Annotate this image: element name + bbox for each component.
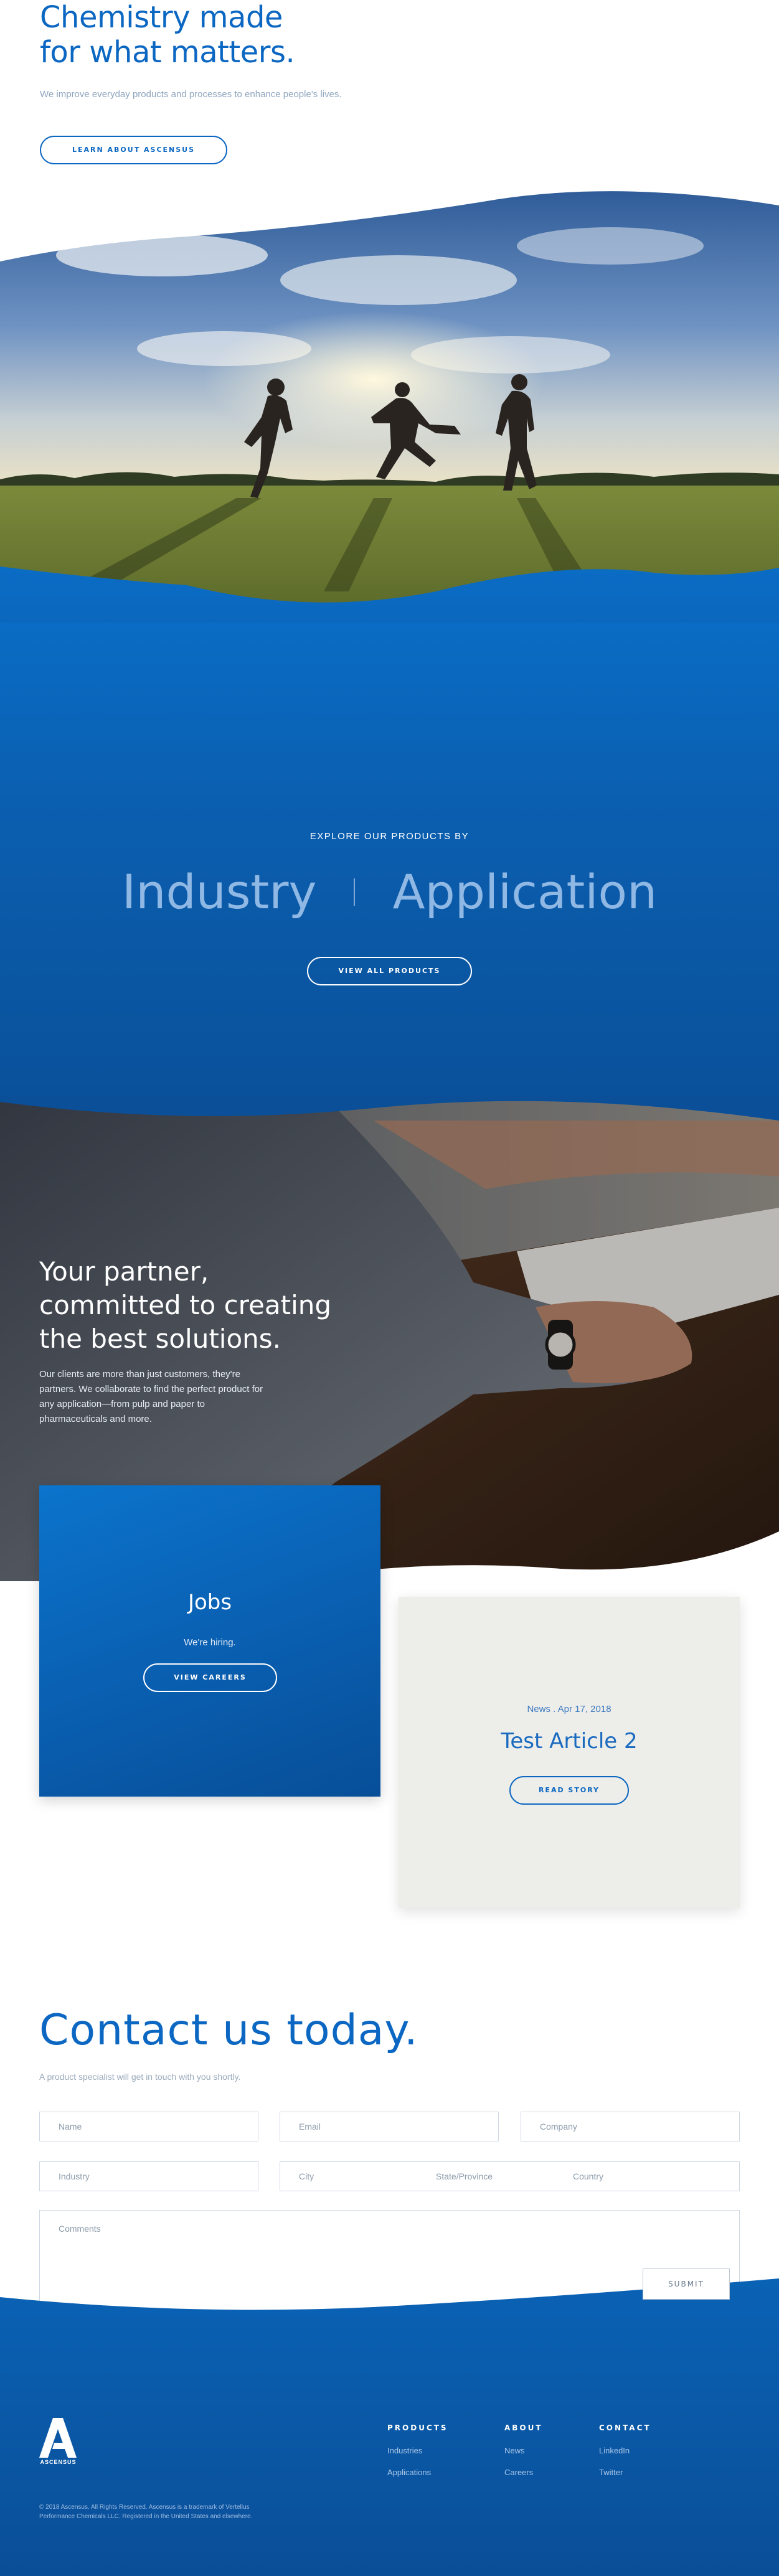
footer-link-applications[interactable]: Applications	[387, 2468, 448, 2477]
news-meta: News . Apr 17, 2018	[527, 1704, 611, 1714]
jobs-card: Jobs We're hiring. VIEW CAREERS	[39, 1485, 380, 1797]
view-all-products-button[interactable]: VIEW ALL PRODUCTS	[307, 957, 472, 985]
learn-about-button[interactable]: LEARN ABOUT ASCENSUS	[40, 136, 227, 164]
hero-title: Chemistry made for what matters.	[40, 0, 295, 70]
state-field[interactable]: State/Province	[436, 2162, 493, 2191]
industry-select[interactable]: Industry	[39, 2161, 258, 2191]
jobs-title: Jobs	[187, 1590, 232, 1615]
company-field[interactable]: Company	[521, 2112, 740, 2141]
contact-title: Contact us today.	[39, 2006, 418, 2055]
city-field[interactable]: City	[299, 2162, 314, 2191]
product-categories: Industry Application	[0, 864, 779, 919]
view-careers-button[interactable]: VIEW CAREERS	[143, 1663, 277, 1692]
category-application-link[interactable]: Application	[355, 864, 694, 919]
logo-text: ASCENSUS	[40, 2459, 77, 2465]
explore-label: EXPLORE OUR PRODUCTS BY	[309, 831, 470, 842]
partner-title-line-1: Your partner,	[39, 1256, 209, 1287]
category-industry-link[interactable]: Industry	[85, 864, 354, 919]
footer-col-products: PRODUCTS Industries Applications	[387, 2423, 448, 2489]
footer-link-industries[interactable]: Industries	[387, 2446, 448, 2455]
email-field[interactable]: Email	[280, 2112, 499, 2141]
products-section: EXPLORE OUR PRODUCTS BY Industry Applica…	[0, 623, 779, 1133]
news-card: News . Apr 17, 2018 Test Article 2 READ …	[399, 1597, 740, 1908]
footer-link-linkedin[interactable]: LinkedIn	[599, 2446, 651, 2455]
location-fields: City State/Province Country	[280, 2161, 740, 2191]
hero-section: Chemistry made for what matters. We impro…	[0, 0, 779, 205]
country-field[interactable]: Country	[573, 2162, 603, 2191]
hero-subtitle: We improve everyday products and process…	[40, 89, 342, 100]
submit-button[interactable]: SUBMIT	[643, 2268, 730, 2300]
hero-title-line-1: Chemistry made	[40, 0, 283, 35]
footer-col-contact: CONTACT LinkedIn Twitter	[599, 2423, 651, 2489]
partner-title-line-2: committed to creating	[39, 1290, 332, 1320]
footer-heading-contact: CONTACT	[599, 2423, 651, 2432]
contact-subtitle: A product specialist will get in touch w…	[39, 2072, 241, 2082]
news-title: Test Article 2	[501, 1729, 638, 1754]
read-story-button[interactable]: READ STORY	[509, 1776, 629, 1805]
partner-title: Your partner, committed to creating the be…	[39, 1255, 331, 1356]
ascensus-logo-icon[interactable]	[39, 2418, 77, 2458]
footer-link-twitter[interactable]: Twitter	[599, 2468, 651, 2477]
name-field[interactable]: Name	[39, 2112, 258, 2141]
footer-link-careers[interactable]: Careers	[504, 2468, 543, 2477]
footer-link-news[interactable]: News	[504, 2446, 543, 2455]
partner-text: Our clients are more than just customers…	[39, 1369, 263, 1424]
partner-title-line-3: the best solutions.	[39, 1323, 281, 1354]
footer-heading-products: PRODUCTS	[387, 2423, 448, 2432]
footer-col-about: ABOUT News Careers	[504, 2423, 543, 2489]
hero-title-line-2: for what matters.	[40, 35, 295, 70]
copyright-text: © 2018 Ascensus. All Rights Reserved. As…	[39, 2504, 253, 2520]
footer-heading-about: ABOUT	[504, 2423, 543, 2432]
jobs-text: We're hiring.	[184, 1637, 236, 1648]
